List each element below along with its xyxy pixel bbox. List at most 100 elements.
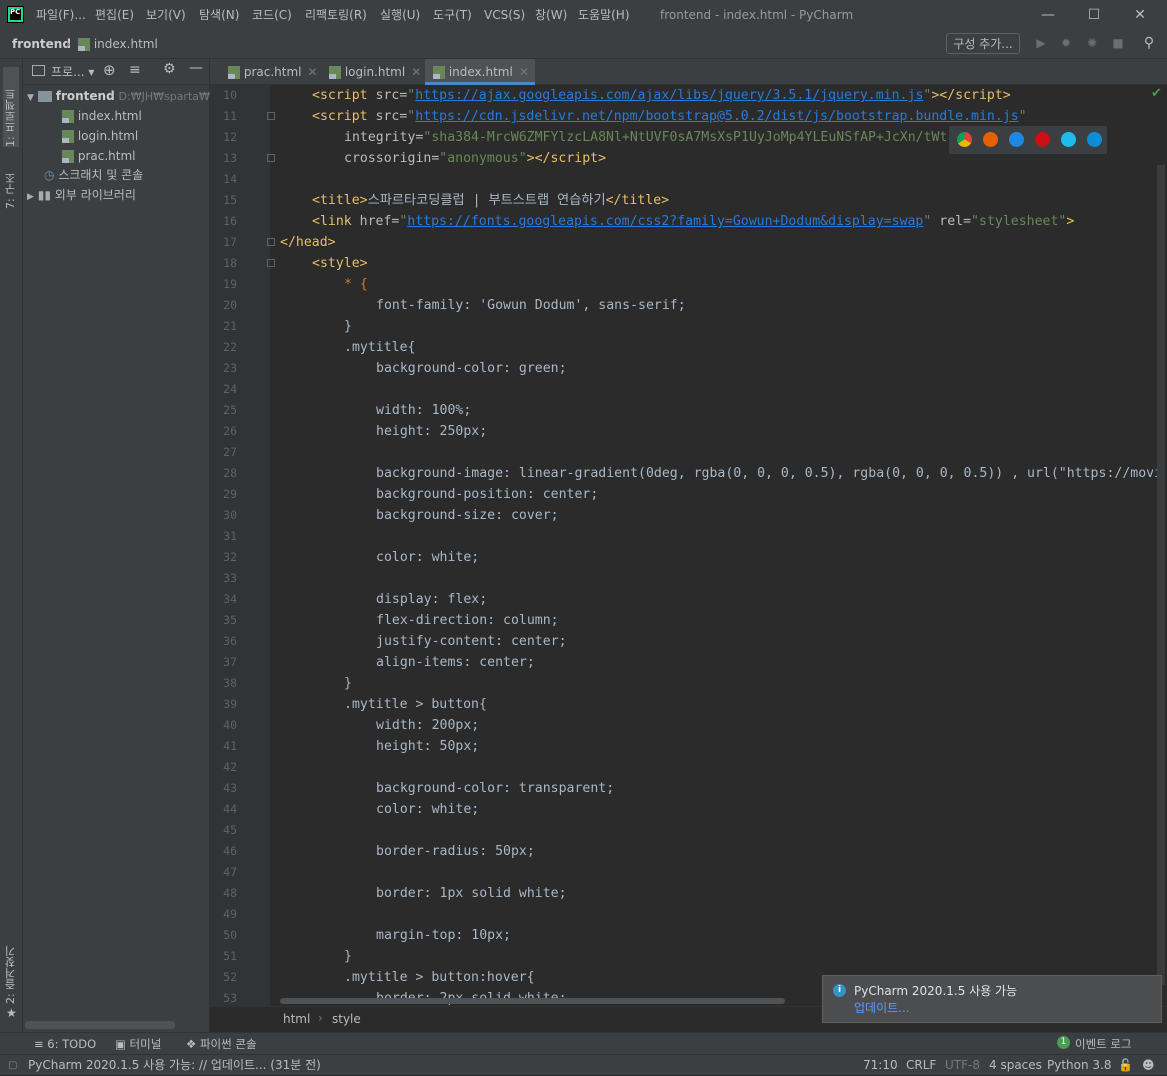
indent-setting[interactable]: 4 spaces xyxy=(989,1055,1042,1076)
code-line-21: } xyxy=(344,319,352,334)
python-icon: ❖ xyxy=(186,1037,197,1051)
tree-item-scratches[interactable]: ◷ 스크래치 및 콘솔 xyxy=(44,165,143,185)
run-icon[interactable]: ▶ xyxy=(1033,35,1049,51)
menu-navigate[interactable]: 탐색(N) xyxy=(199,0,239,30)
menu-file[interactable]: 파일(F)... xyxy=(36,0,86,30)
fold-marker-icon[interactable] xyxy=(267,259,275,267)
line-number: 44 xyxy=(223,802,237,816)
menu-refactor[interactable]: 리팩토링(R) xyxy=(305,0,367,30)
line-number: 31 xyxy=(223,529,237,543)
editor-horizontal-scrollbar[interactable] xyxy=(280,998,785,1004)
collapse-all-icon[interactable]: ≡ xyxy=(129,62,141,78)
nav-project[interactable]: frontend xyxy=(12,30,71,58)
safari-icon[interactable] xyxy=(1009,132,1024,147)
line-separator[interactable]: CRLF xyxy=(906,1055,936,1076)
tab-label: index.html xyxy=(448,65,513,79)
menu-run[interactable]: 실행(U) xyxy=(380,0,420,30)
tree-item-prac[interactable]: prac.html xyxy=(62,146,135,166)
fold-marker-icon[interactable] xyxy=(267,154,275,162)
python-interpreter[interactable]: Python 3.8 xyxy=(1047,1055,1112,1076)
menu-code[interactable]: 코드(C) xyxy=(252,0,292,30)
tab-index[interactable]: index.html ✕ xyxy=(425,59,535,85)
line-number: 26 xyxy=(223,424,237,438)
close-icon[interactable]: ✕ xyxy=(307,65,317,79)
bottom-tool-strip: ≡ 6: TODO ▣ 터미널 ❖ 파이썬 콘솔 이벤트 로그 xyxy=(0,1032,1167,1054)
tree-item-index[interactable]: index.html xyxy=(62,106,142,126)
minimize-icon[interactable]: — xyxy=(1025,0,1071,30)
todo-tool-button[interactable]: ≡ 6: TODO xyxy=(34,1033,96,1055)
edge-icon[interactable] xyxy=(1087,132,1102,147)
star-icon[interactable]: ★ xyxy=(6,1006,17,1020)
tree-item-login[interactable]: login.html xyxy=(62,126,138,146)
tree-root-path: D:₩JH₩sparta₩fr xyxy=(118,90,219,103)
html-file-icon xyxy=(433,66,445,79)
lock-icon[interactable]: 🔓 xyxy=(1118,1055,1133,1076)
hide-panel-icon[interactable]: — xyxy=(189,60,203,76)
code-line-37: align-items: center; xyxy=(376,655,535,670)
close-window-icon[interactable]: ✕ xyxy=(1117,0,1163,30)
code-line-48: border: 1px solid white; xyxy=(376,886,567,901)
terminal-tool-button[interactable]: ▣ 터미널 xyxy=(115,1033,161,1055)
code-line-15: <title>스파르타코딩클럽 | 부트스트랩 연습하기</title> xyxy=(312,193,670,208)
gear-icon[interactable]: ⚙ xyxy=(163,61,176,77)
internet-explorer-icon[interactable] xyxy=(1061,132,1076,147)
breadcrumb-html[interactable]: html xyxy=(283,1012,310,1026)
terminal-label: 터미널 xyxy=(129,1037,162,1051)
line-number: 38 xyxy=(223,676,237,690)
line-number: 49 xyxy=(223,907,237,921)
menu-window[interactable]: 창(W) xyxy=(535,0,567,30)
menu-view[interactable]: 보기(V) xyxy=(146,0,186,30)
line-number: 45 xyxy=(223,823,237,837)
line-number: 23 xyxy=(223,361,237,375)
tree-root-label: frontend xyxy=(55,89,115,103)
structure-tool-tab[interactable]: 7: 구조 xyxy=(3,159,19,209)
menu-edit[interactable]: 편집(E) xyxy=(95,0,134,30)
caret-position[interactable]: 71:10 xyxy=(863,1055,898,1076)
line-number: 40 xyxy=(223,718,237,732)
code-line-19: * { xyxy=(344,277,368,292)
project-panel-scrollbar[interactable] xyxy=(25,1021,175,1029)
debug-icon[interactable]: ✹ xyxy=(1058,35,1074,51)
todo-label: 6: TODO xyxy=(47,1037,97,1051)
project-view-select[interactable]: 프로... ▾ xyxy=(51,63,94,80)
firefox-icon[interactable] xyxy=(983,132,998,147)
code-line-29: background-position: center; xyxy=(376,487,599,502)
file-encoding[interactable]: UTF-8 xyxy=(945,1055,980,1076)
code-line-22: .mytitle{ xyxy=(344,340,416,355)
menu-tools[interactable]: 도구(T) xyxy=(433,0,472,30)
nav-file-label: index.html xyxy=(93,37,158,51)
breadcrumb-style[interactable]: style xyxy=(332,1012,361,1026)
python-console-tool-button[interactable]: ❖ 파이썬 콘솔 xyxy=(186,1033,257,1055)
coverage-icon[interactable]: ✺ xyxy=(1084,35,1100,51)
tab-login[interactable]: login.html ✕ xyxy=(321,59,425,85)
chrome-icon[interactable] xyxy=(957,132,972,147)
event-log-button[interactable]: 이벤트 로그 xyxy=(1075,1033,1132,1055)
status-window-icon[interactable]: ▢ xyxy=(8,1055,17,1076)
notification-update-link[interactable]: 업데이트... xyxy=(854,999,910,1016)
stop-icon[interactable]: ■ xyxy=(1110,35,1126,51)
editor-vertical-scrollbar[interactable] xyxy=(1157,165,1165,985)
code-line-34: display: flex; xyxy=(376,592,488,607)
close-icon[interactable]: ✕ xyxy=(411,65,421,79)
status-message[interactable]: PyCharm 2020.1.5 사용 가능: // 업데이트... (31분 … xyxy=(28,1055,321,1076)
fold-marker-icon[interactable] xyxy=(267,112,275,120)
tab-label: prac.html xyxy=(243,65,302,79)
locate-icon[interactable]: ⊕ xyxy=(103,61,116,79)
tree-item-external-libs[interactable]: ▶ ▮▮ 외부 라이브러리 xyxy=(27,185,136,205)
code-line-28: background-image: linear-gradient(0deg, … xyxy=(376,466,1163,481)
search-icon[interactable]: ⚲ xyxy=(1141,35,1157,51)
line-number: 52 xyxy=(223,970,237,984)
maximize-icon[interactable]: ☐ xyxy=(1071,0,1117,30)
inspector-icon[interactable]: ☻ xyxy=(1142,1055,1155,1076)
tab-prac[interactable]: prac.html ✕ xyxy=(220,59,320,85)
nav-file[interactable]: index.html xyxy=(78,30,158,58)
favorites-tool-tab[interactable]: 2: 즐겨찾기 xyxy=(3,944,19,1004)
opera-icon[interactable] xyxy=(1035,132,1050,147)
close-icon[interactable]: ✕ xyxy=(519,65,529,79)
menu-help[interactable]: 도움말(H) xyxy=(578,0,630,30)
project-tool-tab[interactable]: 1: 프로젝트 xyxy=(3,67,19,147)
add-configuration-button[interactable]: 구성 추가... xyxy=(946,33,1020,54)
menu-vcs[interactable]: VCS(S) xyxy=(484,0,525,30)
fold-marker-icon[interactable] xyxy=(267,238,275,246)
tree-root-frontend[interactable]: ▼ frontend D:₩JH₩sparta₩fr xyxy=(27,86,218,106)
